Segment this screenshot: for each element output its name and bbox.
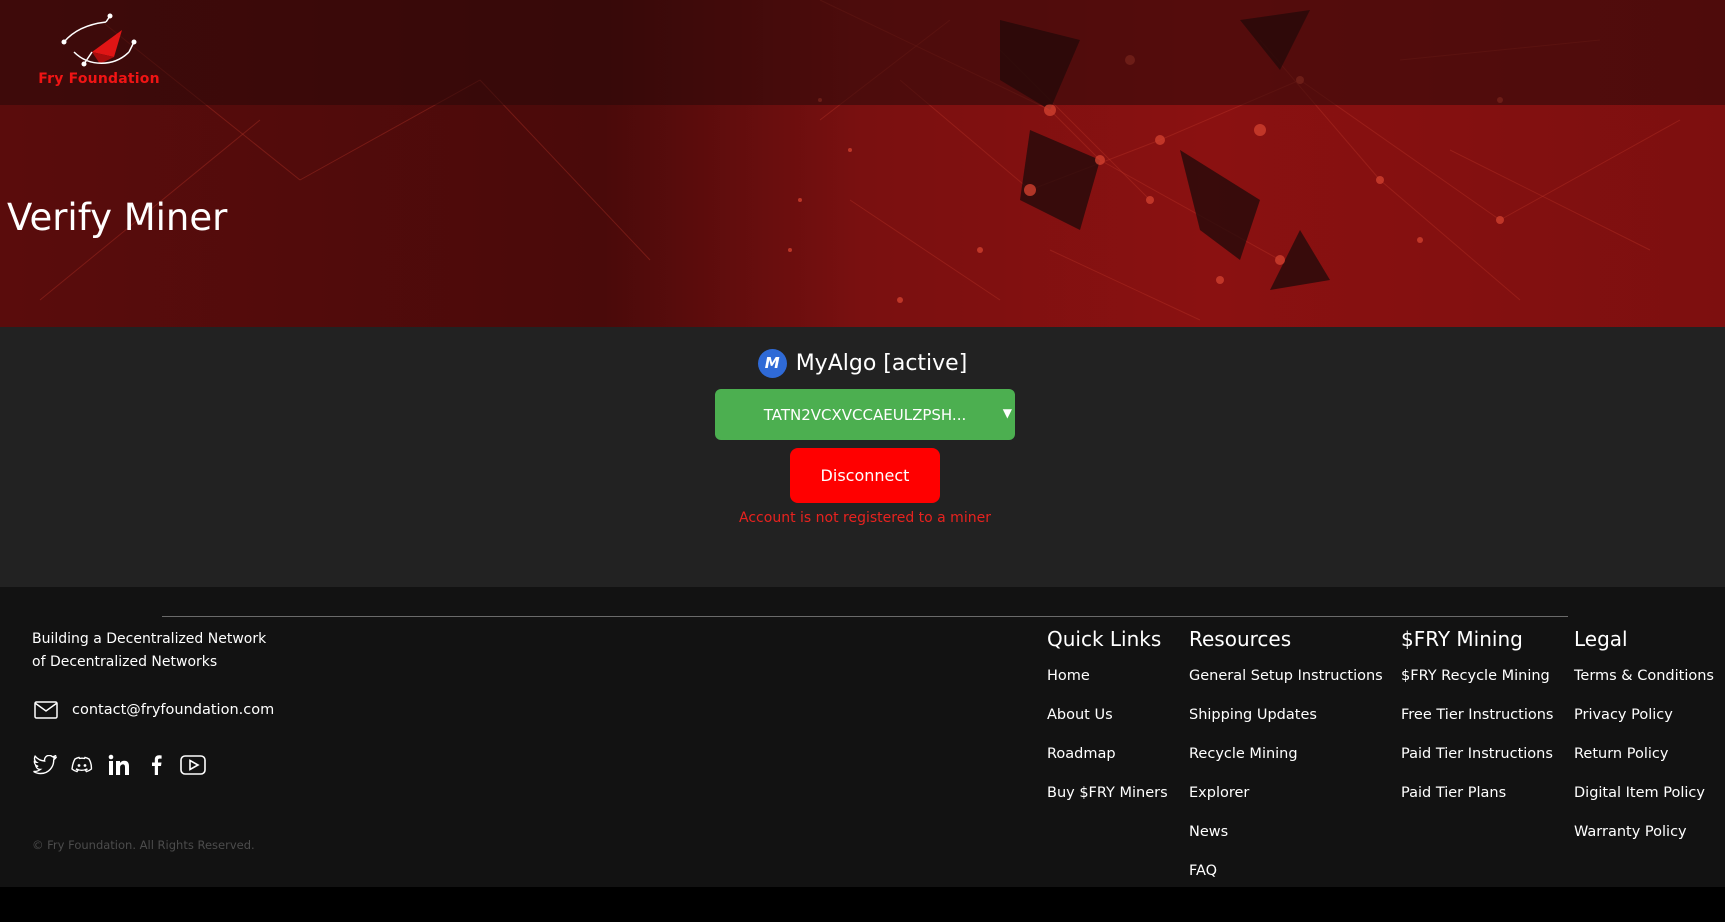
facebook-icon[interactable] bbox=[143, 752, 169, 778]
disconnect-button[interactable]: Disconnect bbox=[790, 448, 940, 503]
linkedin-icon[interactable] bbox=[106, 752, 132, 778]
selected-account-text: TATN2VCXVCCAEULZPSH... bbox=[763, 405, 967, 424]
footer-link-recycle-mining[interactable]: Recycle Mining bbox=[1189, 746, 1383, 785]
page-title: Verify Miner bbox=[7, 196, 228, 239]
footer-divider bbox=[162, 616, 1568, 617]
wallet-provider-row: M MyAlgo [active] bbox=[0, 345, 1725, 381]
column-heading: Quick Links bbox=[1047, 627, 1162, 651]
site-footer: Building a Decentralized Network of Dece… bbox=[0, 587, 1725, 887]
page-bottom-band bbox=[0, 887, 1725, 922]
tagline-line-2: of Decentralized Networks bbox=[32, 654, 218, 670]
footer-tagline: Building a Decentralized Network of Dece… bbox=[32, 628, 266, 674]
footer-link-privacy[interactable]: Privacy Policy bbox=[1574, 707, 1714, 746]
wallet-provider-label: MyAlgo [active] bbox=[795, 350, 968, 376]
mail-icon bbox=[34, 701, 58, 719]
copyright-text: © Fry Foundation. All Rights Reserved. bbox=[32, 838, 255, 852]
discord-icon[interactable] bbox=[69, 752, 95, 778]
social-links bbox=[32, 752, 206, 778]
footer-column-resources: Resources General Setup Instructions Shi… bbox=[1189, 627, 1383, 902]
column-heading: $FRY Mining bbox=[1401, 627, 1523, 651]
tagline-line-1: Building a Decentralized Network bbox=[32, 631, 267, 647]
footer-link-general-setup[interactable]: General Setup Instructions bbox=[1189, 668, 1383, 707]
footer-link-digital-item-policy[interactable]: Digital Item Policy bbox=[1574, 785, 1714, 824]
footer-link-terms[interactable]: Terms & Conditions bbox=[1574, 668, 1714, 707]
footer-link-fry-recycle-mining[interactable]: $FRY Recycle Mining bbox=[1401, 668, 1553, 707]
footer-link-explorer[interactable]: Explorer bbox=[1189, 785, 1383, 824]
footer-column-legal: Legal Terms & Conditions Privacy Policy … bbox=[1574, 627, 1714, 863]
contact-email[interactable]: contact@fryfoundation.com bbox=[34, 701, 274, 719]
footer-link-paid-tier-plans[interactable]: Paid Tier Plans bbox=[1401, 785, 1553, 824]
wallet-panel: M MyAlgo [active] TATN2VCXVCCAEULZPSH...… bbox=[0, 327, 1725, 587]
footer-link-roadmap[interactable]: Roadmap bbox=[1047, 746, 1168, 785]
logo-text: Fry Foundation bbox=[38, 71, 160, 87]
footer-link-home[interactable]: Home bbox=[1047, 668, 1168, 707]
chevron-down-icon: ▼ bbox=[1002, 406, 1012, 420]
contact-email-link[interactable]: contact@fryfoundation.com bbox=[72, 702, 274, 718]
top-navigation-bar bbox=[0, 0, 1725, 105]
footer-link-free-tier[interactable]: Free Tier Instructions bbox=[1401, 707, 1553, 746]
footer-column-quick-links: Quick Links Home About Us Roadmap Buy $F… bbox=[1047, 627, 1168, 824]
site-logo[interactable]: Fry Foundation bbox=[34, 12, 164, 92]
youtube-icon[interactable] bbox=[180, 752, 206, 778]
column-heading: Resources bbox=[1189, 627, 1292, 651]
fry-logo-icon bbox=[61, 13, 137, 67]
footer-link-news[interactable]: News bbox=[1189, 824, 1383, 863]
myalgo-logo-icon: M bbox=[757, 348, 787, 378]
account-select-dropdown[interactable]: TATN2VCXVCCAEULZPSH... ▼ bbox=[715, 389, 1015, 440]
footer-link-warranty-policy[interactable]: Warranty Policy bbox=[1574, 824, 1714, 863]
footer-link-paid-tier-instructions[interactable]: Paid Tier Instructions bbox=[1401, 746, 1553, 785]
hero-banner: Fry Foundation Verify Miner bbox=[0, 0, 1725, 327]
column-heading: Legal bbox=[1574, 627, 1628, 651]
footer-link-return-policy[interactable]: Return Policy bbox=[1574, 746, 1714, 785]
footer-link-shipping-updates[interactable]: Shipping Updates bbox=[1189, 707, 1383, 746]
footer-link-buy-miners[interactable]: Buy $FRY Miners bbox=[1047, 785, 1168, 824]
twitter-icon[interactable] bbox=[32, 752, 58, 778]
status-error-message: Account is not registered to a miner bbox=[739, 510, 991, 526]
footer-column-fry-mining: $FRY Mining $FRY Recycle Mining Free Tie… bbox=[1401, 627, 1553, 824]
footer-link-about-us[interactable]: About Us bbox=[1047, 707, 1168, 746]
